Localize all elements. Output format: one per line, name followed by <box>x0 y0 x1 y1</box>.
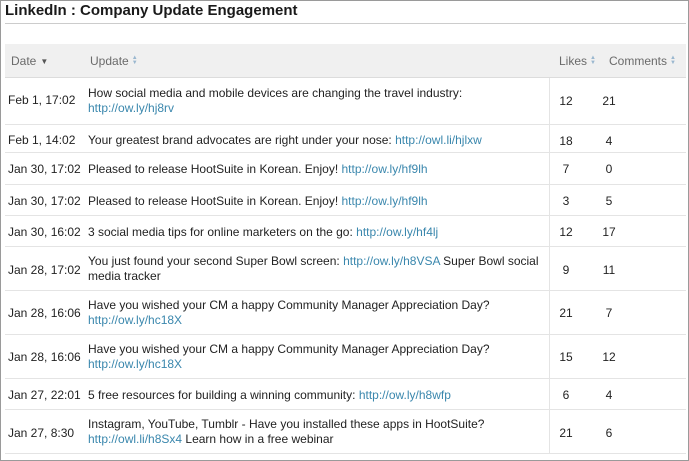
update-link[interactable]: http://ow.ly/hf4lj <box>356 225 438 239</box>
column-header-update[interactable]: Update ▲ ▼ <box>90 54 138 68</box>
update-date: Jan 28, 16:06 <box>8 306 81 320</box>
update-date: Feb 1, 14:02 <box>8 133 76 147</box>
column-header-likes-label: Likes <box>559 54 588 68</box>
update-date: Jan 27, 8:30 <box>8 426 75 440</box>
likes-count: 21 <box>559 306 573 320</box>
update-date: Jan 28, 16:06 <box>8 350 81 364</box>
table-row: Jan 30, 17:02 Pleased to release HootSuit… <box>5 185 686 216</box>
update-text: Have you wished your CM a happy Communit… <box>88 342 550 372</box>
update-link[interactable]: http://ow.ly/hc18X <box>88 357 182 371</box>
column-divider <box>549 185 550 215</box>
sort-icon: ▲ ▼ <box>670 55 676 66</box>
table-header: Date ▼ Update ▲ ▼ Likes ▲ ▼ Comments ▲ ▼ <box>5 44 686 78</box>
engagement-table: Date ▼ Update ▲ ▼ Likes ▲ ▼ Comments ▲ ▼ Fe… <box>5 44 686 454</box>
likes-count: 21 <box>559 426 573 440</box>
update-link[interactable]: http://ow.ly/hf9lh <box>342 162 428 176</box>
update-link[interactable]: http://ow.ly/h8VSA <box>343 254 440 268</box>
column-divider <box>549 78 550 124</box>
update-text: Instagram, YouTube, Tumblr - Have you in… <box>88 417 550 447</box>
column-header-likes[interactable]: Likes ▲ ▼ <box>559 54 596 68</box>
table-row: Jan 28, 16:06 Have you wished your CM a h… <box>5 291 686 335</box>
update-message: Instagram, YouTube, Tumblr - Have you in… <box>88 417 485 431</box>
update-text: Your greatest brand advocates are right … <box>88 133 550 148</box>
likes-count: 18 <box>559 134 573 148</box>
column-divider <box>549 335 550 378</box>
sort-descending-icon: ▼ <box>40 56 49 66</box>
table-row: Feb 1, 17:02 How social media and mobile … <box>5 78 686 125</box>
update-text: Have you wished your CM a happy Communit… <box>88 298 550 328</box>
title-divider <box>5 23 686 24</box>
update-message-after-link: Learn how in a free webinar <box>185 432 334 446</box>
column-divider <box>549 291 550 334</box>
likes-count: 12 <box>559 225 573 239</box>
column-header-update-label: Update <box>90 54 129 68</box>
column-divider <box>549 410 550 453</box>
update-message: Pleased to release HootSuite in Korean. … <box>88 194 339 208</box>
comments-count: 7 <box>605 306 613 320</box>
column-header-date-label: Date <box>11 54 37 68</box>
column-divider <box>549 379 550 409</box>
table-row: Jan 27, 22:01 5 free resources for buildi… <box>5 379 686 410</box>
update-text: 5 free resources for building a winning … <box>88 388 550 403</box>
table-row: Jan 27, 8:30 Instagram, YouTube, Tumblr -… <box>5 410 686 454</box>
sort-icon: ▲ ▼ <box>590 55 596 66</box>
sort-icon: ▲ ▼ <box>131 55 138 66</box>
comments-count: 6 <box>605 426 613 440</box>
comments-count: 17 <box>602 225 616 239</box>
update-date: Jan 30, 17:02 <box>8 194 81 208</box>
comments-count: 4 <box>605 134 613 148</box>
update-message: You just found your second Super Bowl sc… <box>88 254 340 268</box>
comments-count: 5 <box>605 194 613 208</box>
update-message: Your greatest brand advocates are right … <box>88 133 392 147</box>
update-link[interactable]: http://ow.ly/hc18X <box>88 313 182 327</box>
update-message: Have you wished your CM a happy Communit… <box>88 298 490 312</box>
update-text: 3 social media tips for online marketers… <box>88 225 550 240</box>
update-date: Jan 30, 16:02 <box>8 225 81 239</box>
likes-count: 12 <box>559 94 573 108</box>
update-message: 5 free resources for building a winning … <box>88 388 356 402</box>
column-divider <box>549 247 550 290</box>
comments-count: 12 <box>602 350 616 364</box>
comments-count: 4 <box>605 388 613 402</box>
likes-count: 9 <box>562 263 570 277</box>
update-text: How social media and mobile devices are … <box>88 86 550 116</box>
comments-count: 21 <box>602 94 616 108</box>
update-link[interactable]: http://ow.ly/hj8rv <box>88 101 174 115</box>
column-header-date[interactable]: Date ▼ <box>11 54 48 68</box>
update-date: Jan 28, 17:02 <box>8 263 81 277</box>
table-body: Feb 1, 17:02 How social media and mobile … <box>5 78 686 454</box>
update-link[interactable]: http://ow.ly/hf9lh <box>342 194 428 208</box>
table-row: Jan 28, 17:02 You just found your second … <box>5 247 686 291</box>
report-panel: LinkedIn : Company Update Engagement Dat… <box>0 0 689 461</box>
likes-count: 3 <box>562 194 570 208</box>
likes-count: 7 <box>562 162 570 176</box>
update-link[interactable]: http://owl.li/h8Sx4 <box>88 432 182 446</box>
column-header-comments-label: Comments <box>609 54 668 68</box>
update-date: Feb 1, 17:02 <box>8 93 76 107</box>
likes-count: 6 <box>562 388 570 402</box>
report-title: LinkedIn : Company Update Engagement <box>5 2 298 19</box>
table-row: Feb 1, 14:02 Your greatest brand advocate… <box>5 125 686 153</box>
update-date: Jan 30, 17:02 <box>8 162 81 176</box>
table-row: Jan 28, 16:06 Have you wished your CM a h… <box>5 335 686 379</box>
column-divider <box>549 125 550 152</box>
column-header-comments[interactable]: Comments ▲ ▼ <box>609 54 676 68</box>
comments-count: 0 <box>605 162 613 176</box>
update-text: Pleased to release HootSuite in Korean. … <box>88 162 550 177</box>
update-text: Pleased to release HootSuite in Korean. … <box>88 194 550 209</box>
update-message: Have you wished your CM a happy Communit… <box>88 342 490 356</box>
column-divider <box>549 153 550 184</box>
update-date: Jan 27, 22:01 <box>8 388 81 402</box>
update-message: Pleased to release HootSuite in Korean. … <box>88 162 339 176</box>
table-row: Jan 30, 16:02 3 social media tips for onl… <box>5 216 686 247</box>
update-text: You just found your second Super Bowl sc… <box>88 254 550 284</box>
update-link[interactable]: http://owl.li/hjlxw <box>395 133 482 147</box>
table-row: Jan 30, 17:02 Pleased to release HootSuit… <box>5 153 686 185</box>
column-divider <box>549 216 550 246</box>
update-message: 3 social media tips for online marketers… <box>88 225 353 239</box>
update-link[interactable]: http://ow.ly/h8wfp <box>359 388 451 402</box>
update-message: How social media and mobile devices are … <box>88 86 463 100</box>
comments-count: 11 <box>602 263 616 277</box>
likes-count: 15 <box>559 350 573 364</box>
